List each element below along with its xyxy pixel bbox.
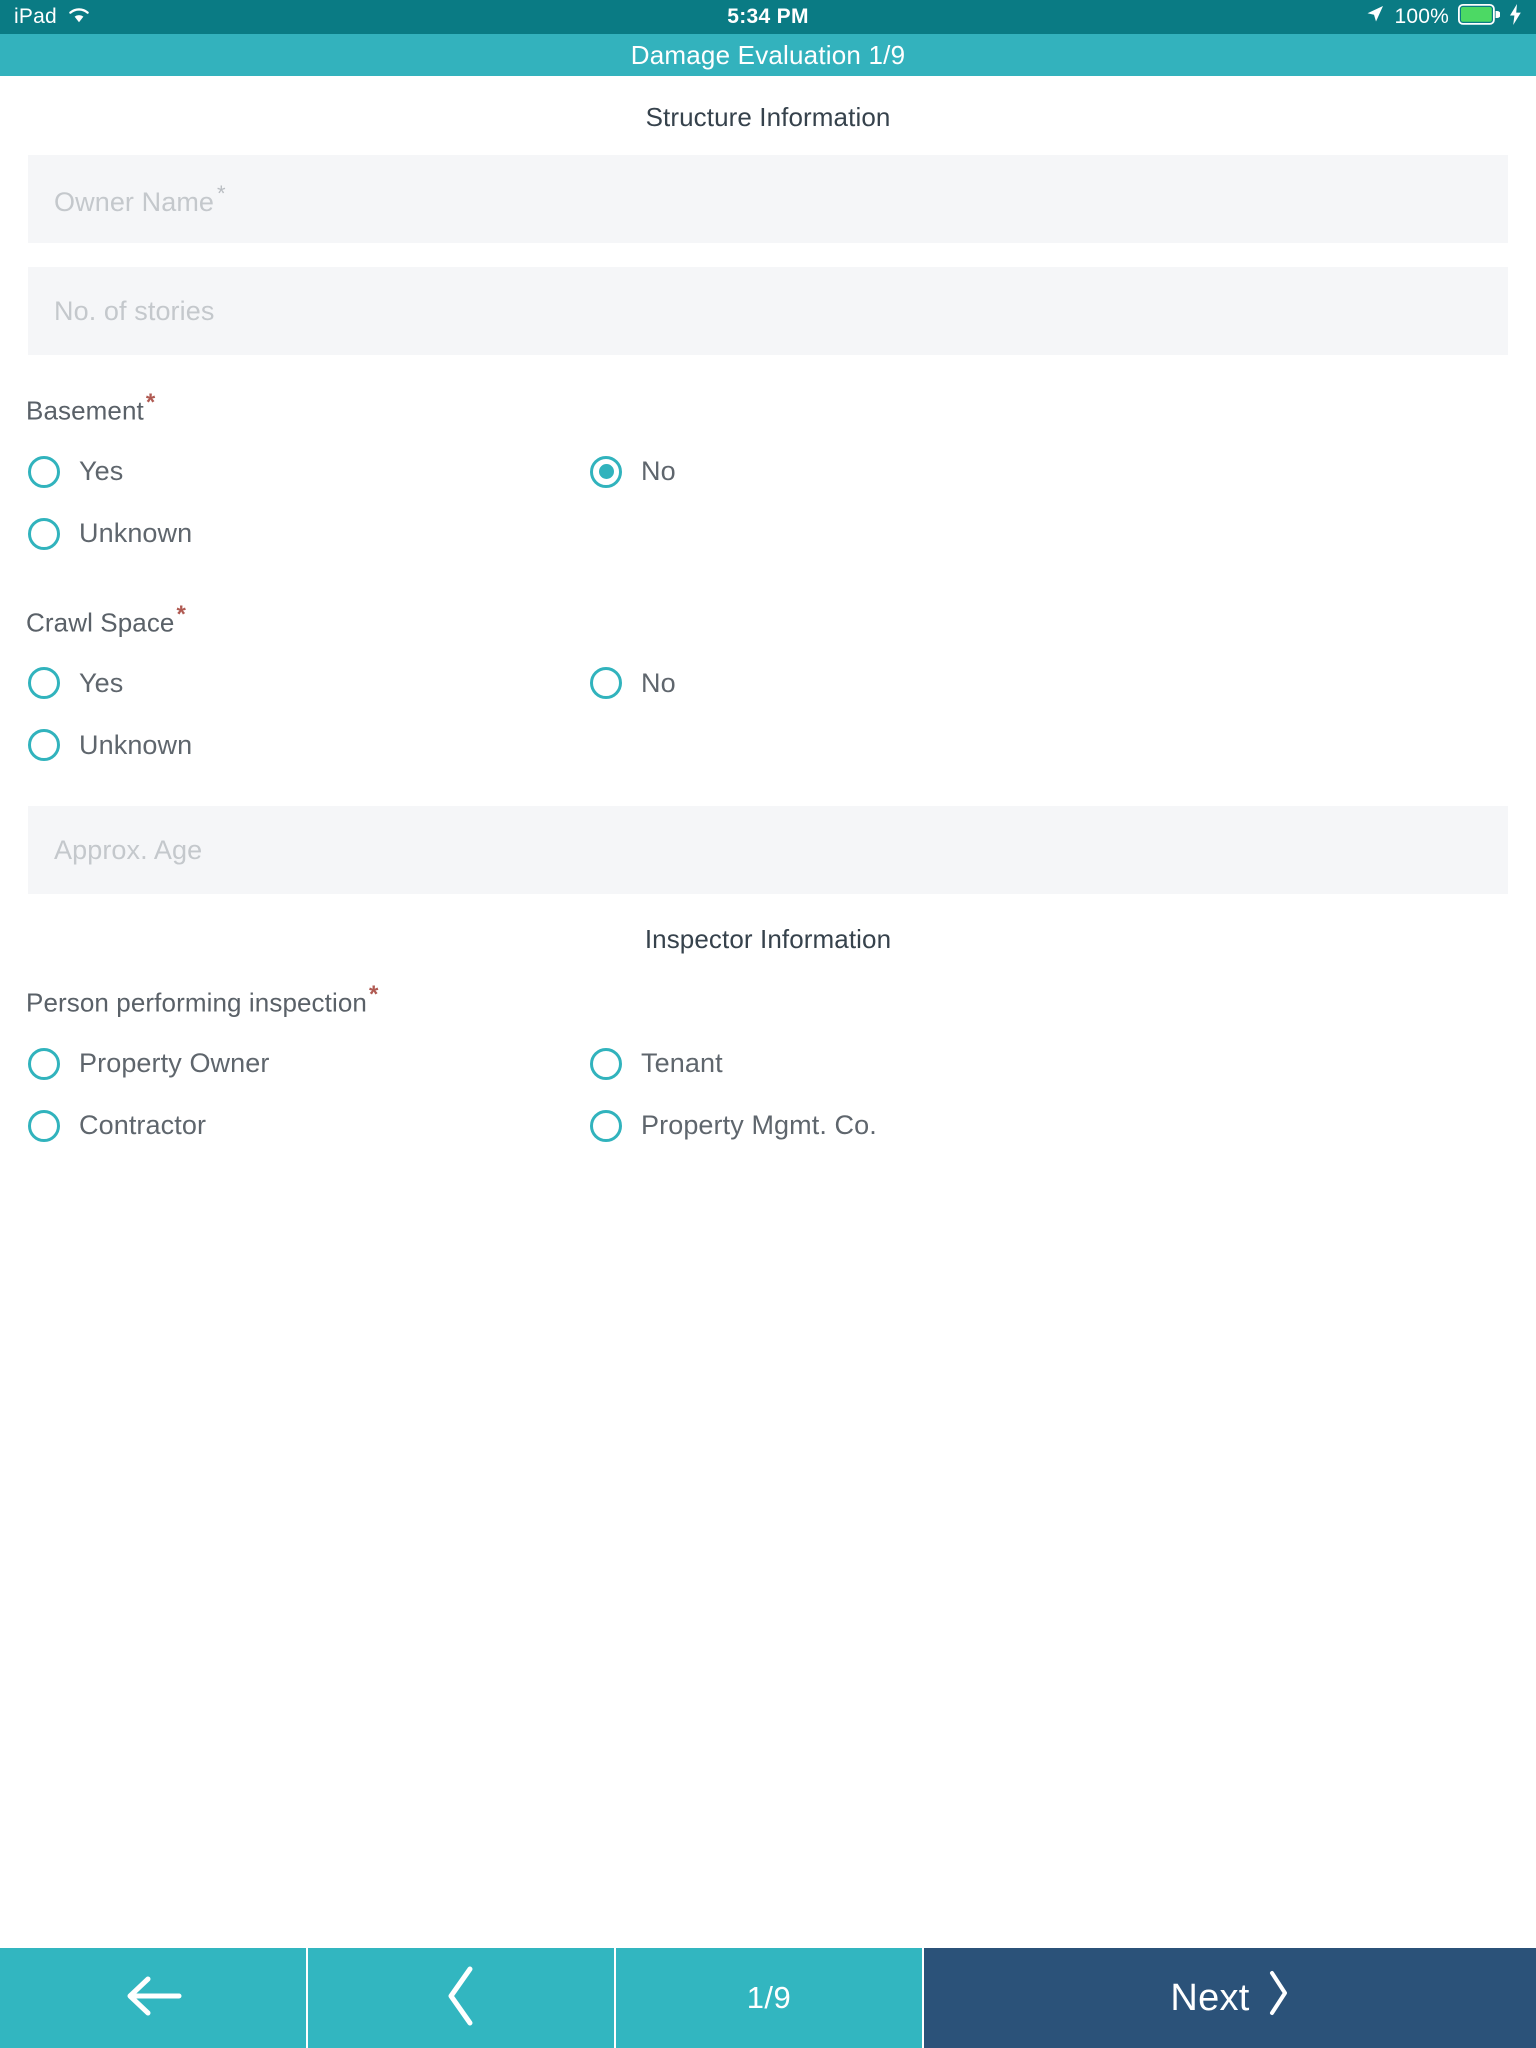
chevron-right-icon — [1266, 1969, 1290, 2027]
crawl-space-grid-filler — [590, 714, 1536, 776]
crawl-space-option-unknown[interactable]: Unknown — [0, 714, 590, 776]
crawl-space-label-text: Crawl Space — [26, 607, 175, 638]
lightning-bolt-icon — [1509, 3, 1522, 31]
navigation-title-bar: Damage Evaluation 1/9 — [0, 34, 1536, 76]
crawl-space-option-no-label: No — [641, 667, 676, 698]
crawl-space-option-no[interactable]: No — [590, 652, 1536, 714]
status-bar: iPad 5:34 PM 100% — [0, 0, 1536, 34]
crawl-space-option-unknown-label: Unknown — [79, 729, 193, 760]
person-performing-inspection-options-grid: Property Owner Tenant Contractor Propert… — [0, 1033, 1536, 1157]
owner-name-field[interactable]: Owner Name * — [28, 155, 1508, 243]
number-of-stories-field[interactable]: No. of stories — [28, 267, 1508, 355]
arrow-left-icon — [122, 1971, 184, 2026]
owner-name-placeholder-text: Owner Name — [54, 186, 215, 217]
radio-circle-icon — [28, 455, 60, 488]
inspector-option-contractor-label: Contractor — [79, 1110, 207, 1141]
status-bar-right: 100% — [1365, 3, 1522, 31]
approx-age-placeholder: Approx. Age — [54, 835, 202, 866]
crawl-space-label: Crawl Space* — [0, 601, 1536, 639]
page-counter: 1/9 — [616, 1948, 924, 2048]
basement-option-no-label: No — [641, 456, 676, 487]
number-of-stories-placeholder: No. of stories — [54, 296, 214, 327]
battery-full-icon — [1457, 3, 1501, 31]
crawl-space-required-marker: * — [176, 600, 186, 628]
ipad-screen: iPad 5:34 PM 100% Damage Evaluation 1/9 … — [0, 0, 1536, 2048]
radio-circle-icon — [590, 1047, 622, 1080]
inspector-option-property-mgmt-co-label: Property Mgmt. Co. — [641, 1110, 877, 1141]
basement-label: Basement* — [0, 389, 1536, 427]
page-counter-label: 1/9 — [746, 1980, 792, 2015]
status-bar-left: iPad — [14, 5, 91, 29]
approx-age-field[interactable]: Approx. Age — [28, 806, 1508, 895]
basement-options-grid: Yes No Unknown — [0, 441, 1536, 565]
wifi-icon — [67, 5, 91, 29]
basement-radio-group: Basement* Yes No Unknown — [0, 389, 1536, 565]
clock-label: 5:34 PM — [727, 5, 809, 28]
device-name-label: iPad — [14, 5, 57, 28]
chevron-left-icon — [444, 1964, 478, 2033]
radio-circle-icon — [28, 729, 60, 762]
previous-page-button[interactable] — [308, 1948, 616, 2048]
basement-required-marker: * — [145, 389, 156, 416]
owner-name-placeholder: Owner Name * — [54, 181, 226, 218]
person-performing-inspection-required-marker: * — [368, 981, 379, 1009]
radio-circle-icon — [28, 1109, 60, 1142]
structure-information-heading: Structure Information — [645, 102, 891, 132]
person-performing-inspection-label-text: Person performing inspection — [26, 987, 367, 1018]
inspector-option-tenant-label: Tenant — [641, 1048, 723, 1079]
crawl-space-option-yes-label: Yes — [79, 667, 124, 698]
basement-option-no[interactable]: No — [590, 441, 1536, 503]
battery-percent-label: 100% — [1394, 5, 1449, 28]
person-performing-inspection-radio-group: Person performing inspection* Property O… — [0, 981, 1536, 1157]
inspector-option-property-owner[interactable]: Property Owner — [0, 1033, 590, 1095]
next-button[interactable]: Next — [924, 1948, 1536, 2048]
inspector-option-property-owner-label: Property Owner — [79, 1048, 270, 1079]
form-content: Structure Information Owner Name * No. of… — [0, 76, 1536, 1948]
number-of-stories-placeholder-text: No. of stories — [54, 295, 215, 326]
inspector-option-contractor[interactable]: Contractor — [0, 1095, 590, 1157]
inspector-option-property-mgmt-co[interactable]: Property Mgmt. Co. — [590, 1095, 1536, 1157]
crawl-space-radio-group: Crawl Space* Yes No Unknown — [0, 601, 1536, 777]
crawl-space-option-yes[interactable]: Yes — [0, 652, 590, 714]
basement-option-yes[interactable]: Yes — [0, 441, 590, 503]
owner-name-required-marker: * — [217, 180, 226, 206]
basement-option-yes-label: Yes — [79, 456, 124, 487]
radio-circle-icon — [28, 1047, 60, 1080]
basement-grid-filler — [590, 503, 1536, 565]
location-arrow-icon — [1365, 4, 1385, 30]
radio-circle-icon — [28, 517, 60, 550]
basement-label-text: Basement — [26, 395, 144, 426]
next-button-label: Next — [1170, 1976, 1250, 2019]
back-button[interactable] — [0, 1948, 308, 2048]
radio-circle-selected-icon — [590, 455, 622, 488]
radio-circle-icon — [590, 667, 622, 700]
radio-circle-icon — [28, 667, 60, 700]
radio-circle-icon — [590, 1109, 622, 1142]
person-performing-inspection-label: Person performing inspection* — [0, 981, 1536, 1019]
basement-option-unknown-label: Unknown — [79, 518, 193, 549]
inspector-information-heading: Inspector Information — [644, 924, 892, 955]
crawl-space-options-grid: Yes No Unknown — [0, 652, 1536, 776]
bottom-toolbar: 1/9 Next — [0, 1948, 1536, 2048]
approx-age-placeholder-text: Approx. Age — [54, 834, 203, 865]
basement-option-unknown[interactable]: Unknown — [0, 503, 590, 565]
page-title: Damage Evaluation 1/9 — [630, 39, 906, 70]
inspector-option-tenant[interactable]: Tenant — [590, 1033, 1536, 1095]
